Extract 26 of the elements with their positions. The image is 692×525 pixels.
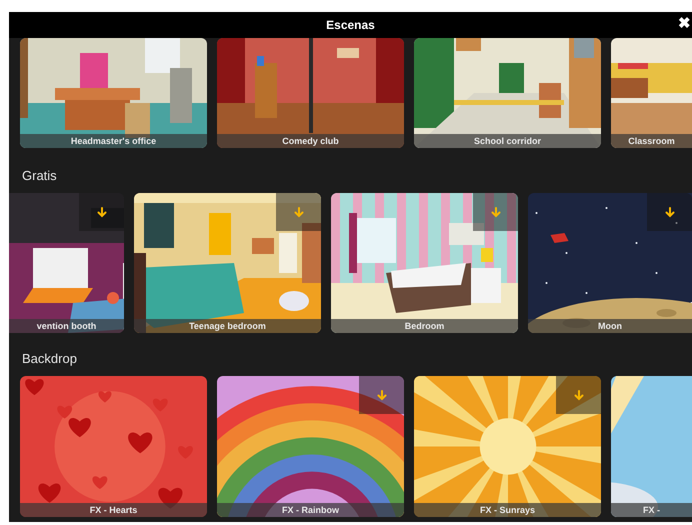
scene-title: Comedy club: [217, 134, 404, 148]
download-icon: [96, 206, 106, 218]
download-button[interactable]: [647, 193, 692, 231]
scene-title: FX - Hearts: [20, 503, 207, 517]
scene-title: FX - Rainbow: [217, 503, 404, 517]
scene-title: FX - Sunrays: [414, 503, 601, 517]
section-heading: Backdrop: [22, 351, 77, 366]
download-icon: [664, 206, 674, 218]
scene-title: Moon: [528, 319, 692, 333]
download-icon: [294, 206, 304, 218]
scene-title: Classroom: [611, 134, 692, 148]
download-button[interactable]: [359, 376, 404, 414]
scene-title: Teenage bedroom: [134, 319, 321, 333]
dialog-title: Escenas: [326, 17, 375, 34]
scene-title: School corridor: [414, 134, 601, 148]
close-button[interactable]: ✖: [677, 15, 692, 33]
download-button[interactable]: [79, 193, 124, 231]
scene-title: Headmaster's office: [20, 134, 207, 148]
scene-title: vention booth: [9, 319, 124, 333]
download-icon: [490, 206, 500, 218]
section-heading: Gratis: [22, 168, 57, 183]
download-icon: [376, 390, 386, 400]
download-icon: [574, 390, 584, 400]
download-button[interactable]: [276, 193, 321, 231]
scene-title: FX -: [611, 503, 692, 517]
scene-title: Bedroom: [331, 319, 518, 333]
